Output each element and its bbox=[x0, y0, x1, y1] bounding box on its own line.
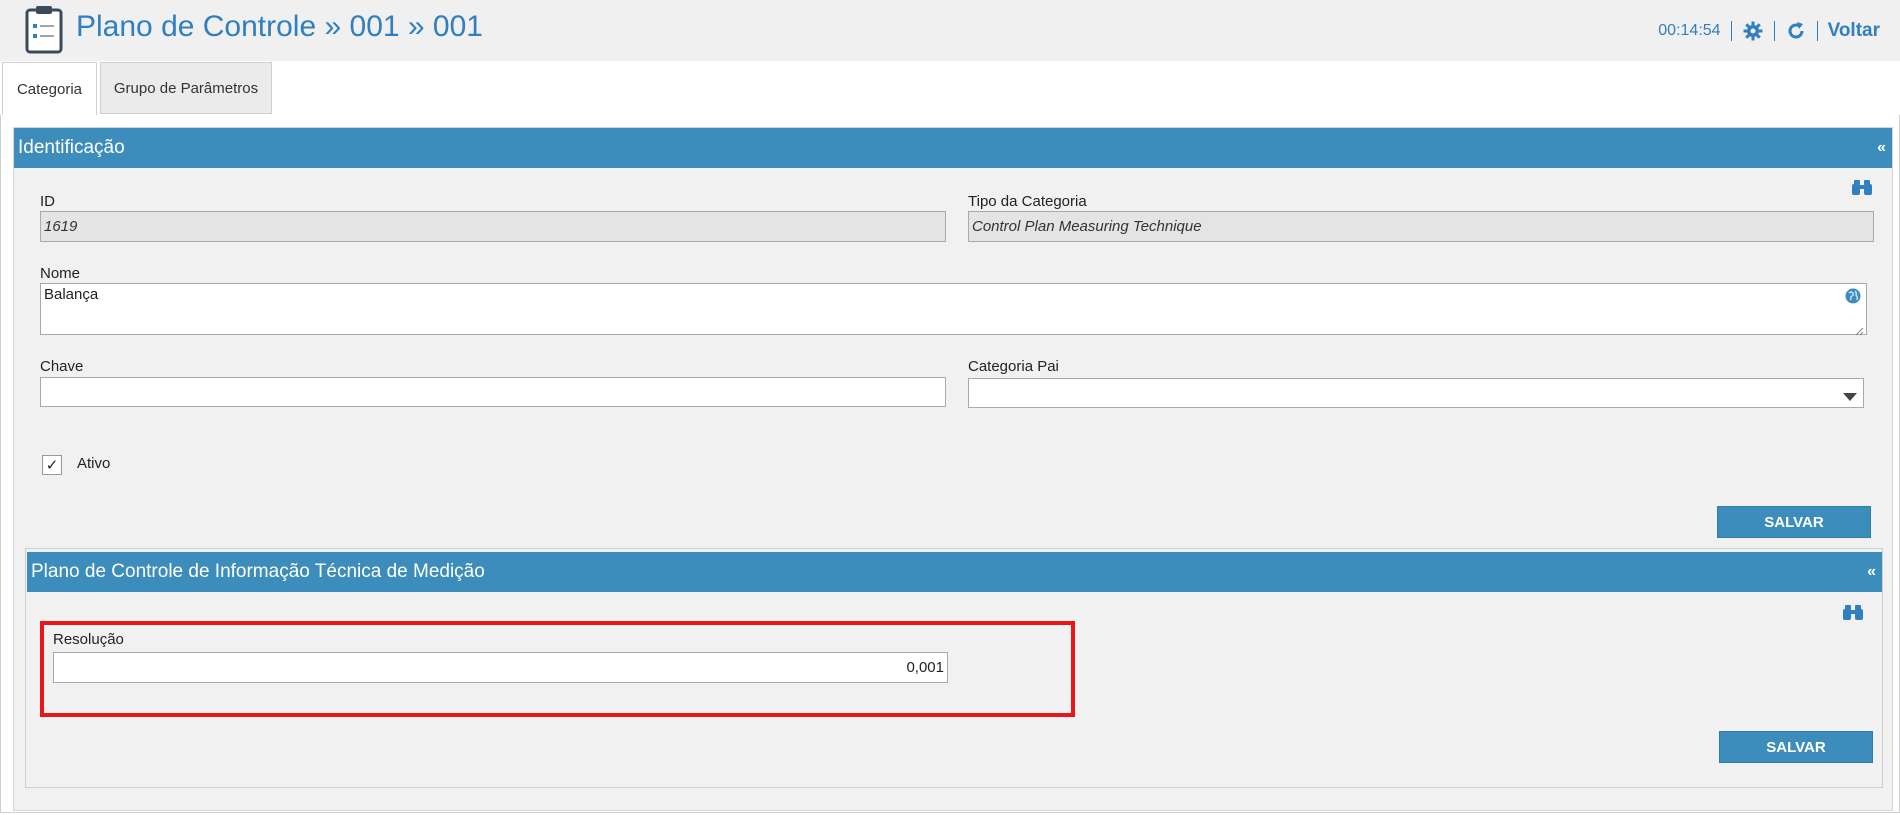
app-header: Plano de Controle » 001 » 001 00:14:54 V… bbox=[0, 0, 1900, 61]
collapse-icon[interactable]: « bbox=[1877, 139, 1886, 157]
divider bbox=[1730, 21, 1732, 41]
check-mark: ✓ bbox=[45, 457, 59, 474]
back-link[interactable]: Voltar bbox=[1828, 20, 1880, 42]
section-title: Plano de Controle de Informação Técnica … bbox=[31, 561, 485, 582]
ativo-label: Ativo bbox=[77, 455, 111, 472]
highlight-box bbox=[40, 621, 1075, 717]
save-button[interactable]: SALVAR bbox=[1719, 731, 1873, 763]
tipo-categoria-label: Tipo da Categoria bbox=[968, 193, 1087, 210]
header-actions: 00:14:54 Voltar bbox=[1658, 18, 1880, 44]
page-title: Plano de Controle » 001 » 001 bbox=[76, 10, 483, 43]
divider bbox=[1773, 21, 1775, 41]
binoculars-icon[interactable] bbox=[1852, 178, 1872, 196]
tipo-categoria-field: Control Plan Measuring Technique bbox=[968, 211, 1874, 242]
tab-bar: Categoria Grupo de Parâmetros bbox=[0, 61, 1900, 116]
chave-input[interactable] bbox=[40, 377, 946, 407]
clipboard-icon bbox=[24, 4, 64, 54]
collapse-icon[interactable]: « bbox=[1867, 563, 1876, 581]
divider bbox=[1816, 21, 1818, 41]
refresh-icon[interactable] bbox=[1785, 20, 1807, 42]
save-button[interactable]: SALVAR bbox=[1717, 506, 1871, 538]
nome-label: Nome bbox=[40, 265, 81, 282]
binoculars-icon[interactable] bbox=[1843, 603, 1863, 621]
chevron-down-icon bbox=[1843, 389, 1857, 406]
nome-textarea[interactable]: Balança bbox=[40, 283, 1867, 335]
ativo-checkbox[interactable]: ✓ bbox=[42, 455, 62, 475]
section-header-medicao[interactable]: Plano de Controle de Informação Técnica … bbox=[27, 552, 1882, 592]
session-timer: 00:14:54 bbox=[1658, 22, 1721, 39]
tab-grupo-parametros[interactable]: Grupo de Parâmetros bbox=[100, 62, 272, 114]
tab-categoria[interactable]: Categoria bbox=[2, 62, 97, 116]
section-title: Identificação bbox=[18, 137, 125, 158]
id-label: ID bbox=[40, 193, 55, 210]
gear-icon[interactable] bbox=[1742, 20, 1764, 42]
nome-value: Balança bbox=[44, 286, 99, 303]
resize-handle[interactable] bbox=[1855, 323, 1864, 336]
id-field: 1619 bbox=[40, 211, 946, 242]
categoria-pai-label: Categoria Pai bbox=[968, 358, 1059, 375]
section-header-identificacao[interactable]: Identificação « bbox=[14, 128, 1892, 168]
categoria-pai-select[interactable] bbox=[968, 378, 1864, 408]
chave-label: Chave bbox=[40, 358, 84, 375]
globe-icon[interactable] bbox=[1845, 288, 1861, 304]
